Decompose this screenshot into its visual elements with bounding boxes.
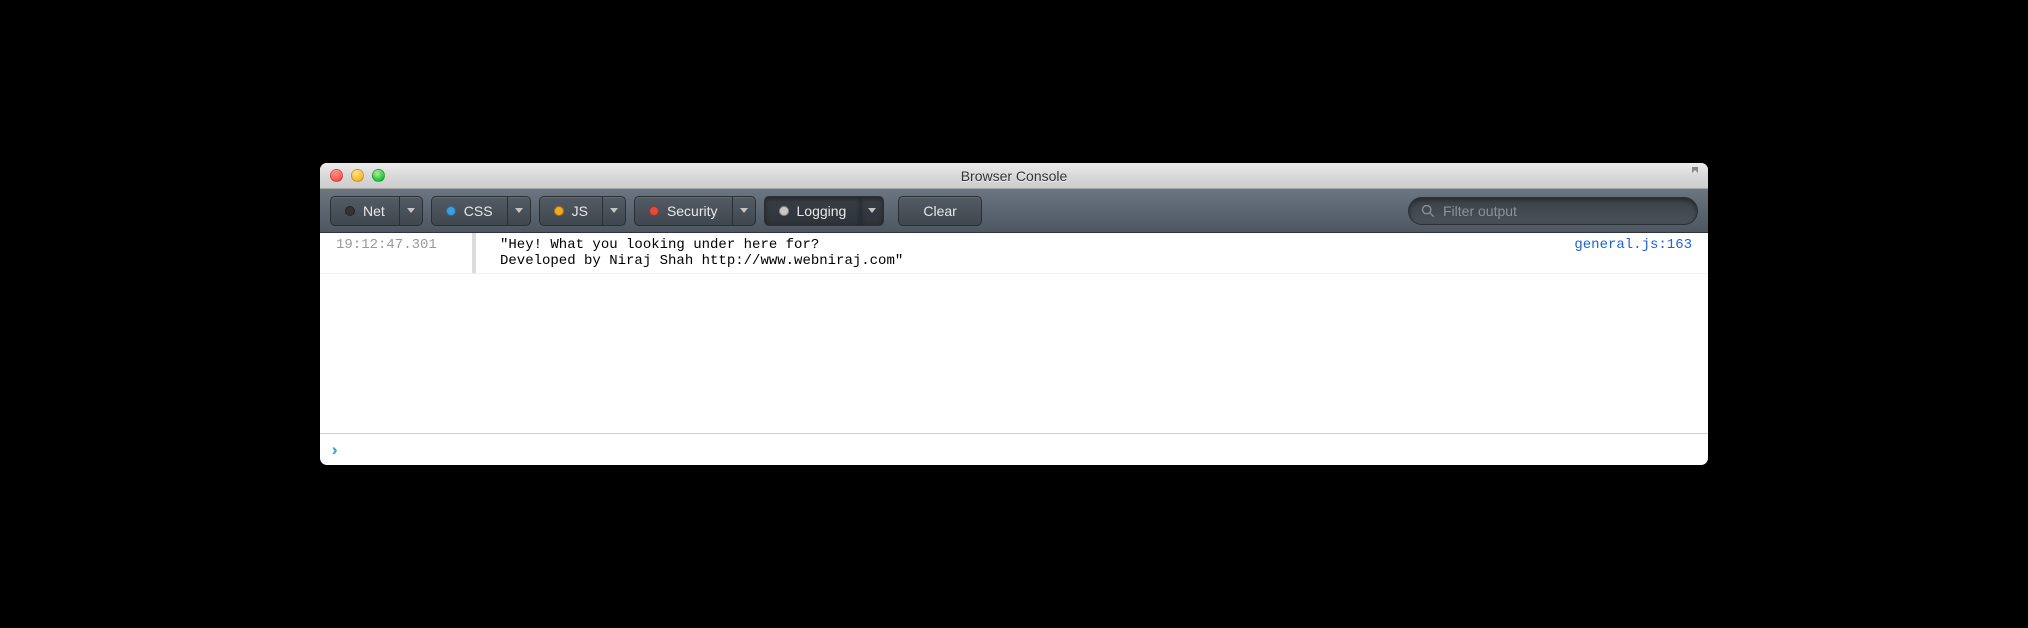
close-window-button[interactable] (330, 169, 343, 182)
console-output: 19:12:47.301 "Hey! What you looking unde… (320, 233, 1708, 433)
dot-icon (649, 206, 659, 216)
dot-icon (345, 206, 355, 216)
filter-label: Net (363, 203, 385, 219)
browser-console-window: Browser Console Net CSS (320, 163, 1708, 465)
filter-label: Security (667, 203, 718, 219)
log-divider (472, 233, 476, 273)
chevron-down-icon (740, 208, 748, 213)
filter-net-button[interactable]: Net (330, 196, 399, 226)
filter-net-dropdown[interactable] (399, 196, 423, 226)
filter-label: CSS (464, 203, 493, 219)
chevron-down-icon (868, 208, 876, 213)
filter-css-dropdown[interactable] (507, 196, 531, 226)
clear-button[interactable]: Clear (898, 196, 981, 226)
dot-icon (446, 206, 456, 216)
filter-logging-button[interactable]: Logging (764, 196, 861, 226)
console-input-row: ›› (320, 433, 1708, 465)
search-icon (1421, 204, 1435, 218)
filter-security-group: Security (634, 196, 756, 226)
dot-icon (554, 206, 564, 216)
log-message: "Hey! What you looking under here for? D… (500, 237, 1574, 269)
filter-logging-dropdown[interactable] (860, 196, 884, 226)
console-input[interactable] (342, 442, 1696, 458)
titlebar: Browser Console (320, 163, 1708, 189)
expand-icon[interactable] (1684, 167, 1698, 184)
window-title: Browser Console (320, 168, 1708, 184)
filter-security-button[interactable]: Security (634, 196, 732, 226)
filter-label: JS (572, 203, 588, 219)
filter-net-group: Net (330, 196, 423, 226)
filter-output-field[interactable] (1408, 197, 1698, 225)
minimize-window-button[interactable] (351, 169, 364, 182)
filter-css-button[interactable]: CSS (431, 196, 507, 226)
log-timestamp: 19:12:47.301 (336, 237, 472, 253)
chevron-down-icon (610, 208, 618, 213)
filter-css-group: CSS (431, 196, 531, 226)
filter-js-button[interactable]: JS (539, 196, 602, 226)
maximize-window-button[interactable] (372, 169, 385, 182)
filter-js-dropdown[interactable] (602, 196, 626, 226)
chevron-down-icon (407, 208, 415, 213)
toolbar: Net CSS JS (320, 189, 1708, 233)
log-row: 19:12:47.301 "Hey! What you looking unde… (320, 233, 1708, 274)
filter-output-input[interactable] (1443, 203, 1685, 219)
filter-label: Logging (797, 203, 847, 219)
filter-security-dropdown[interactable] (732, 196, 756, 226)
filter-js-group: JS (539, 196, 626, 226)
log-source-link[interactable]: general.js:163 (1574, 237, 1692, 253)
chevron-down-icon (515, 208, 523, 213)
filter-logging-group: Logging (764, 196, 885, 226)
traffic-lights (330, 169, 385, 182)
dot-icon (779, 206, 789, 216)
